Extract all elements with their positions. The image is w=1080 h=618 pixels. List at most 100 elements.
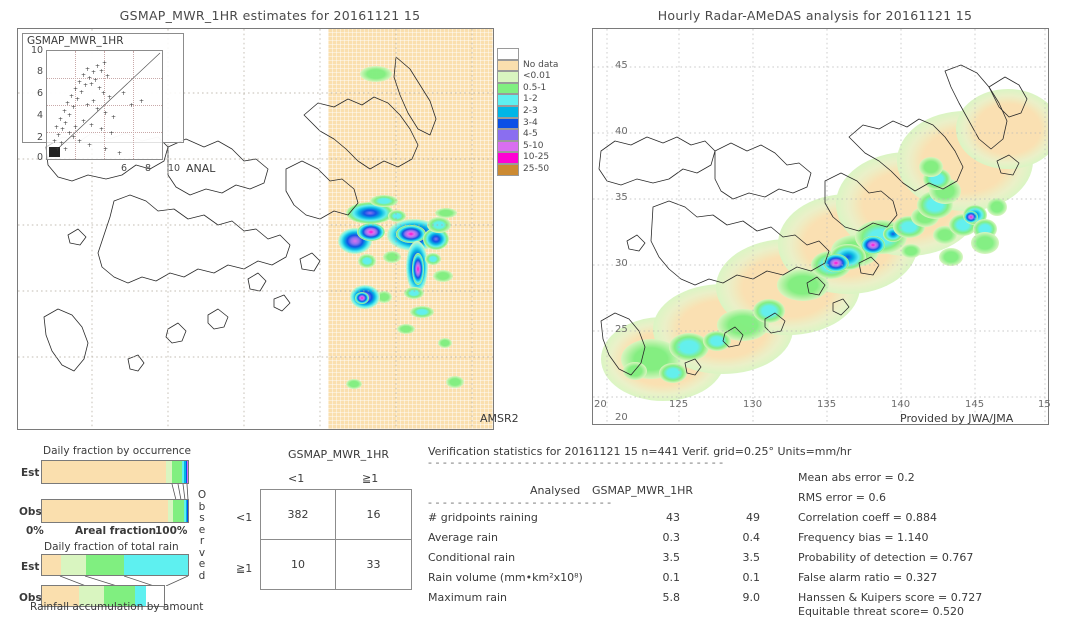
verification-score: Frequency bias = 1.140 (798, 531, 929, 544)
scatter-ytick: 0 (37, 152, 43, 163)
colorbar-swatch (497, 48, 519, 60)
colorbar-entry: 25-50 (497, 164, 567, 176)
verification-row-estimate: 3.5 (730, 551, 760, 564)
verification-row-analysed: 3.5 (650, 551, 680, 564)
verification-row-estimate: 9.0 (730, 591, 760, 604)
contingency-table[interactable]: 382 16 10 33 (260, 489, 412, 590)
svg-text:+: + (91, 98, 96, 105)
svg-text:+: + (81, 118, 86, 125)
colorbar-entry: 0.5-1 (497, 83, 567, 95)
right-map-ytick: 45 (615, 60, 628, 71)
occurrence-row-label-est: Est (21, 467, 39, 479)
bar-segment (86, 555, 124, 575)
amount-chart-title: Daily fraction of total rain (44, 541, 179, 553)
occurrence-connector-lines (41, 484, 189, 500)
verification-row-label: Rain volume (mm•km²x10⁸) (428, 571, 583, 584)
scatter-plot-area[interactable]: +++ +++ +++ +++ +++ +++ +++ +++ +++ +++ … (46, 50, 163, 160)
contingency-col-header: <1 (288, 472, 304, 485)
svg-text:+: + (55, 146, 60, 153)
bar-segment (42, 461, 166, 483)
occurrence-bar-est[interactable] (41, 460, 189, 484)
colorbar-entry: 3-4 (497, 118, 567, 130)
svg-text:+: + (65, 100, 70, 107)
colorbar-label: 25-50 (523, 164, 549, 176)
svg-text:+: + (63, 146, 68, 153)
verification-score: Probability of detection = 0.767 (798, 551, 973, 564)
colorbar-label: 2-3 (523, 106, 538, 118)
occurrence-chart-title: Daily fraction by occurrence (43, 445, 191, 457)
colorbar-label: 10-25 (523, 152, 549, 164)
svg-text:+: + (56, 132, 61, 139)
scatter-ytick: 8 (37, 66, 43, 77)
scatter-xaxis-label: ANAL (186, 162, 215, 175)
right-map-xtick: 125 (669, 399, 688, 410)
colorbar-label: No data (523, 60, 558, 72)
svg-text:+: + (85, 66, 90, 73)
right-map-ytick: 40 (615, 126, 628, 137)
colorbar-label: 4-5 (523, 129, 538, 141)
colorbar-label: 0.5-1 (523, 83, 546, 95)
right-panel-title: Hourly Radar-AMeDAS analysis for 2016112… (580, 8, 1050, 23)
verification-row-estimate: 49 (730, 511, 760, 524)
verification-score: Mean abs error = 0.2 (798, 471, 915, 484)
verification-row-label: # gridpoints raining (428, 511, 538, 524)
right-map-credit: Provided by JWA/JMA (900, 412, 1013, 425)
colorbar-entry: <0.01 (497, 71, 567, 83)
left-map-corner-label: AMSR2 (480, 412, 519, 425)
right-map-extra-label: 20 (615, 412, 628, 423)
bar-segment (173, 500, 184, 522)
colorbar-entry: 1-2 (497, 94, 567, 106)
occurrence-bar-obs[interactable] (41, 499, 189, 523)
svg-text:+: + (121, 90, 126, 97)
right-map-xtick: 15 (1038, 399, 1051, 410)
verification-row-label: Conditional rain (428, 551, 515, 564)
left-panel-title: GSMAP_MWR_1HR estimates for 20161121 15 (0, 8, 540, 23)
right-map-xtick: 140 (891, 399, 910, 410)
verification-row-label: Average rain (428, 531, 498, 544)
occurrence-axis-min: 0% (26, 525, 44, 537)
verification-row-analysed: 0.1 (650, 571, 680, 584)
svg-text:+: + (99, 68, 104, 75)
contingency-row-header: ≧1 (236, 562, 252, 575)
scatter-ytick: 10 (31, 45, 43, 56)
svg-text:+: + (77, 138, 82, 145)
colorbar-swatch (497, 60, 519, 72)
colorbar-entry: 10-25 (497, 152, 567, 164)
colorbar-entry: 2-3 (497, 106, 567, 118)
svg-text:+: + (85, 102, 90, 109)
scatter-xtick: 8 (145, 163, 151, 174)
colorbar-entry: 5-10 (497, 141, 567, 153)
right-map-ytick: 35 (615, 192, 628, 203)
occurrence-axis-label: Areal fraction (75, 525, 156, 537)
contingency-cell-hit-miss: 382 (261, 490, 336, 540)
verification-subdivider: - - - - - - - - - - - - - - - - - - - - … (428, 496, 691, 509)
colorbar-swatch (497, 118, 519, 130)
observed-letter: d (199, 570, 206, 582)
contingency-col-header: ≧1 (362, 472, 378, 485)
amount-chart-footer: Rainfall accumulation by amount (30, 601, 203, 613)
colorbar-swatch (497, 94, 519, 106)
verification-row-label: Maximum rain (428, 591, 507, 604)
svg-text:+: + (71, 104, 76, 111)
contingency-observed-label: O b s e r v e d (196, 490, 208, 582)
occurrence-axis-max: 100% (155, 525, 187, 537)
colorbar-entry: 4-5 (497, 129, 567, 141)
observed-letter: O (198, 489, 206, 501)
contingency-cell-hit: 33 (336, 540, 411, 590)
colorbar-label: 1-2 (523, 94, 538, 106)
svg-text:+: + (73, 86, 78, 93)
colorbar-swatch (497, 141, 519, 153)
svg-text:+: + (69, 93, 74, 100)
colorbar-swatch (497, 129, 519, 141)
amount-bar-est[interactable] (41, 554, 189, 576)
svg-text:+: + (109, 130, 114, 137)
svg-text:+: + (91, 69, 96, 76)
precipitation-colorbar: No data <0.01 0.5-1 1-2 2-3 3-4 4-5 5-10… (497, 48, 567, 176)
observed-letter: v (199, 547, 205, 559)
colorbar-swatch (497, 71, 519, 83)
verification-row-estimate: 0.1 (730, 571, 760, 584)
right-map-frame[interactable] (592, 28, 1049, 425)
svg-text:+: + (81, 72, 86, 79)
contingency-table-title: GSMAP_MWR_1HR (288, 448, 389, 461)
right-map-ytick: 30 (615, 258, 628, 269)
